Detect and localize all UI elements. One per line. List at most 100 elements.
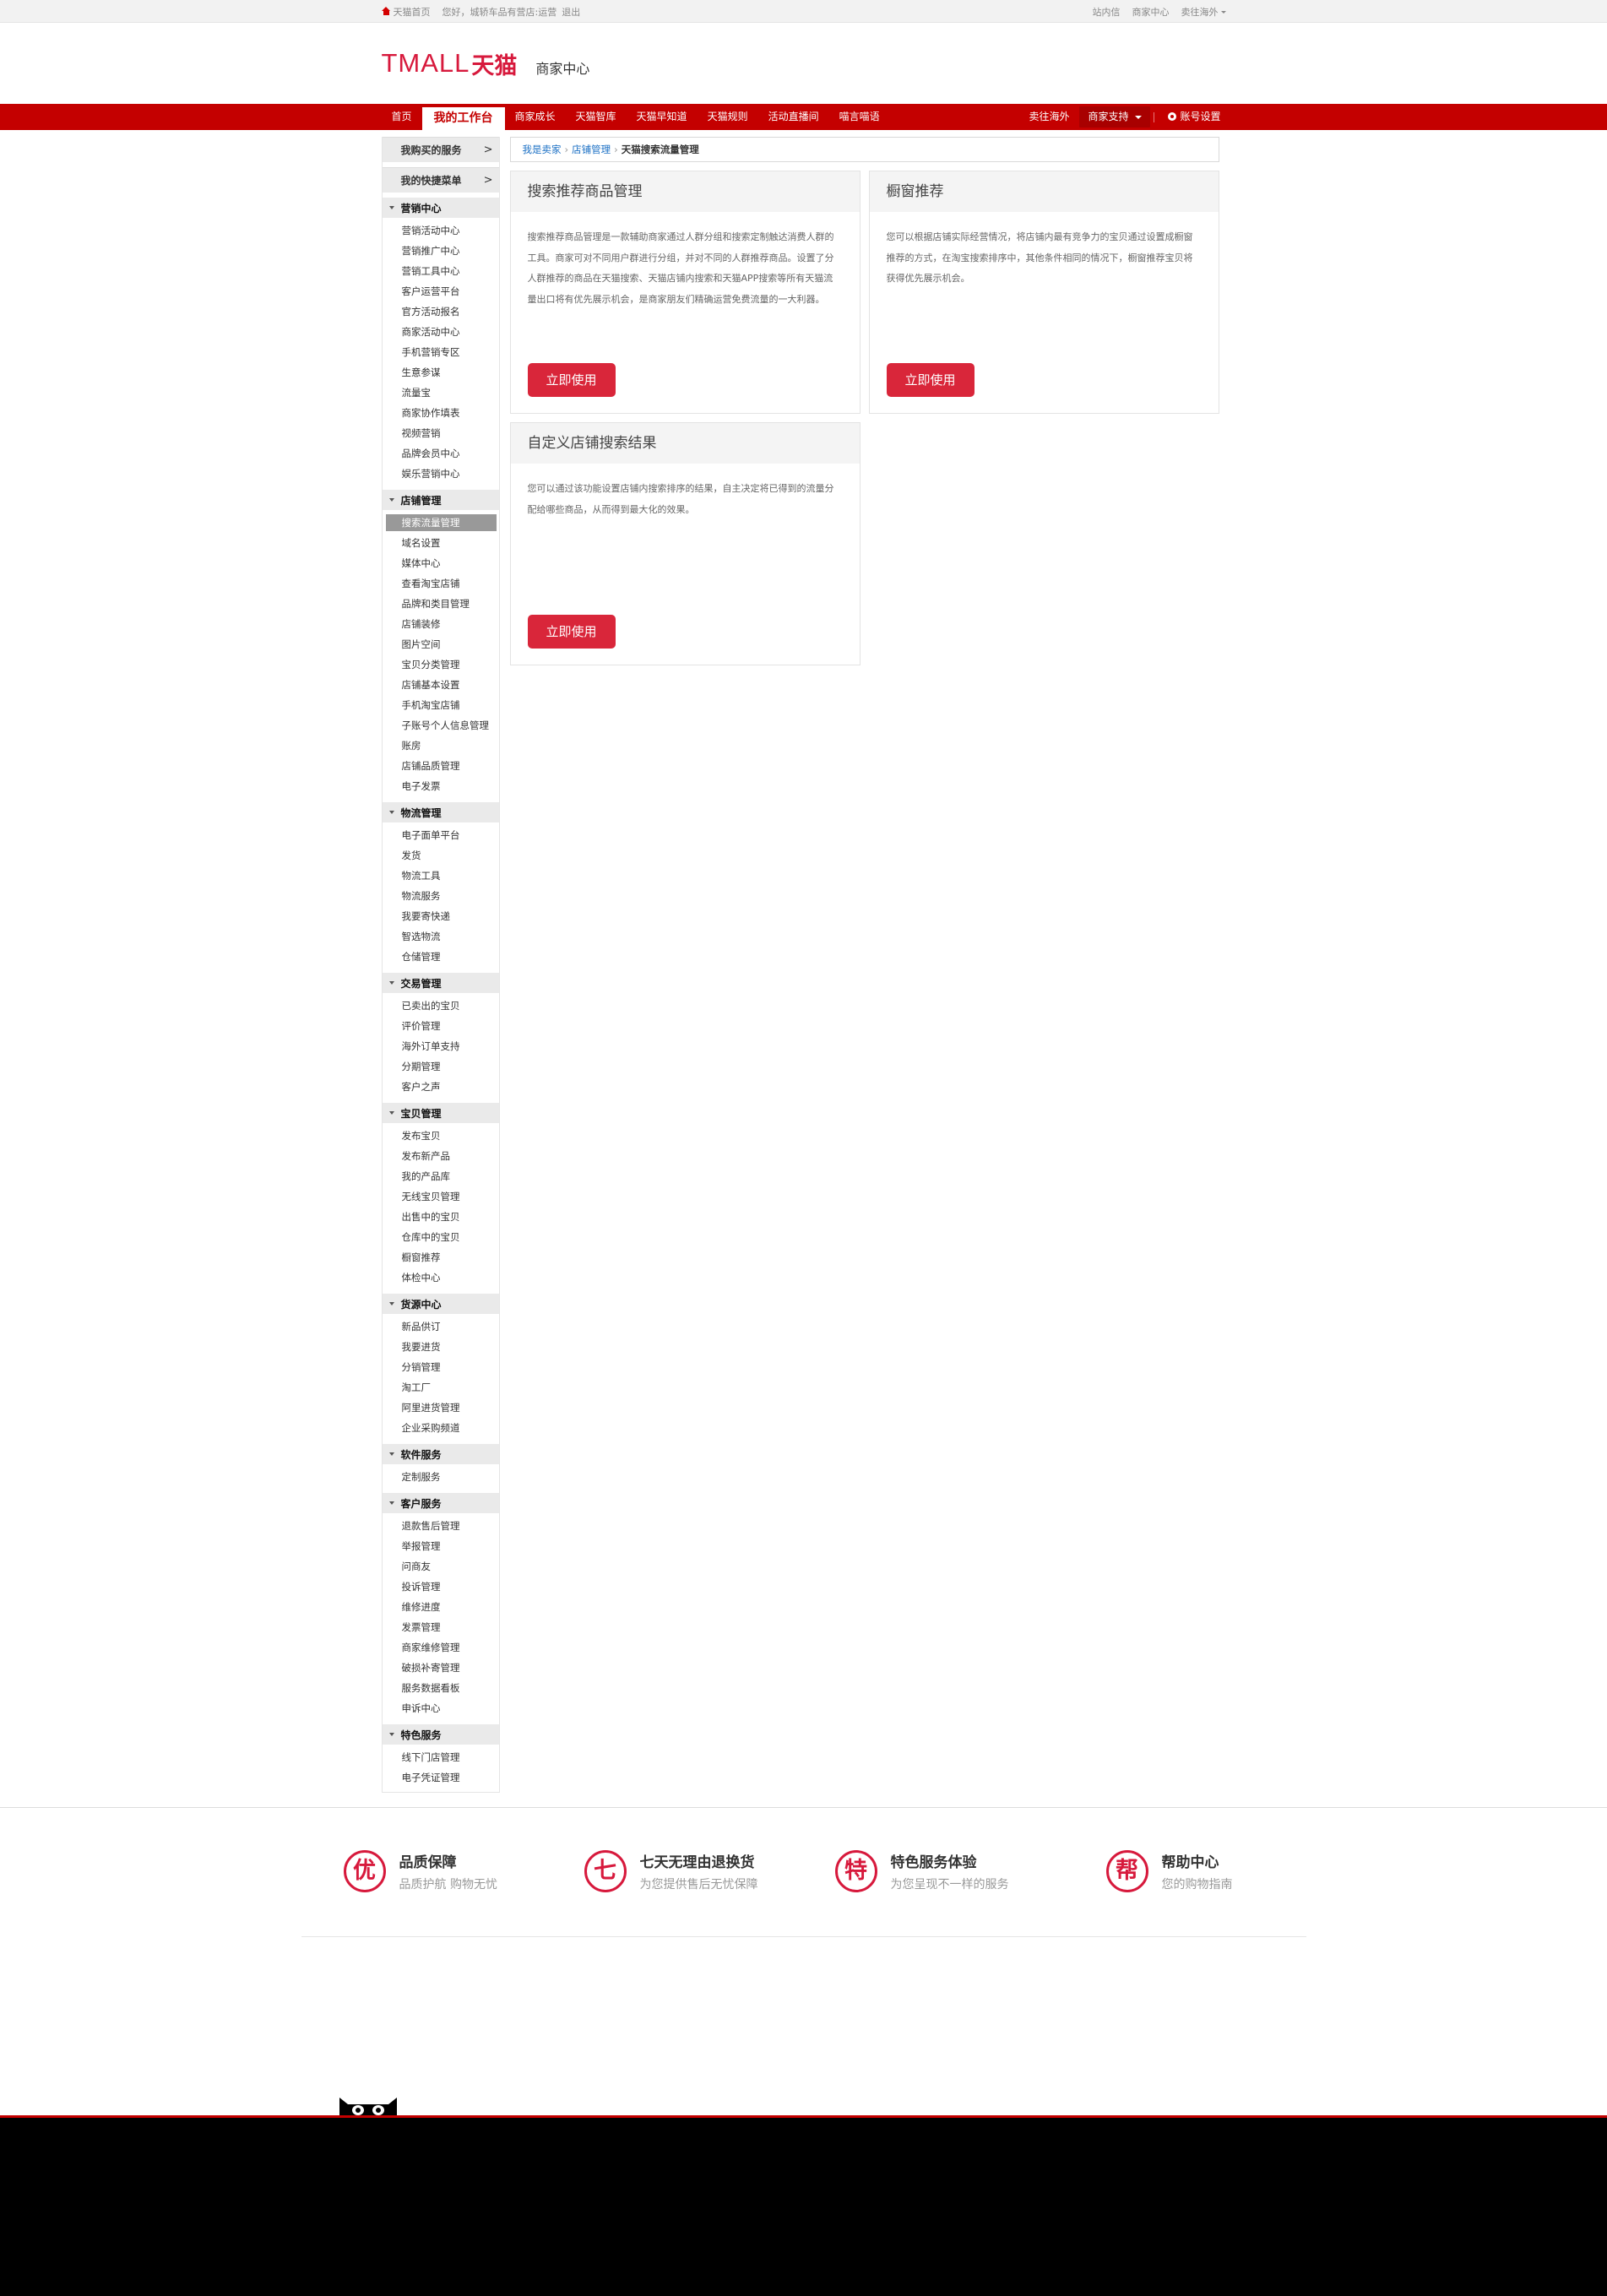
sidebar-group-header[interactable]: 客户服务 xyxy=(382,1493,499,1513)
sidebar-item[interactable]: 阿里进货管理 xyxy=(383,1398,499,1418)
sidebar-item[interactable]: 营销活动中心 xyxy=(383,220,499,241)
breadcrumb-seller[interactable]: 我是卖家 xyxy=(523,143,562,156)
sidebar-item[interactable]: 搜索流量管理 xyxy=(385,514,497,531)
sidebar-item[interactable]: 物流服务 xyxy=(383,886,499,906)
sidebar-item[interactable]: 物流工具 xyxy=(383,866,499,886)
sidebar-item[interactable]: 媒体中心 xyxy=(383,553,499,573)
sidebar-item[interactable]: 服务数据看板 xyxy=(383,1678,499,1698)
sidebar-item[interactable]: 店铺基本设置 xyxy=(383,675,499,695)
nav-early-know[interactable]: 天猫早知道 xyxy=(627,104,698,130)
sidebar-item[interactable]: 流量宝 xyxy=(383,383,499,403)
sidebar-item[interactable]: 域名设置 xyxy=(383,533,499,553)
sidebar-item[interactable]: 企业采购频道 xyxy=(383,1418,499,1438)
sidebar-item[interactable]: 客户运营平台 xyxy=(383,281,499,301)
sidebar-item[interactable]: 问商友 xyxy=(383,1556,499,1577)
nav-workbench[interactable]: 我的工作台 xyxy=(421,107,505,130)
sidebar-item[interactable]: 品牌和类目管理 xyxy=(383,594,499,614)
use-now-button[interactable]: 立即使用 xyxy=(886,363,975,397)
sidebar-item[interactable]: 商家维修管理 xyxy=(383,1637,499,1658)
sidebar-item[interactable]: 电子凭证管理 xyxy=(383,1767,499,1788)
sidebar-item[interactable]: 查看淘宝店铺 xyxy=(383,573,499,594)
sidebar-group-header[interactable]: 店铺管理 xyxy=(382,490,499,510)
sidebar-item[interactable]: 线下门店管理 xyxy=(383,1747,499,1767)
sidebar-group-header[interactable]: 宝贝管理 xyxy=(382,1103,499,1123)
sidebar-item[interactable]: 图片空间 xyxy=(383,634,499,654)
sidebar-item[interactable]: 举报管理 xyxy=(383,1536,499,1556)
sidebar-purchased-services[interactable]: 我购买的服务 > xyxy=(382,137,499,162)
sidebar-item[interactable]: 智选物流 xyxy=(383,926,499,947)
breadcrumb-shop[interactable]: 店铺管理 xyxy=(572,143,611,156)
sidebar-group-header[interactable]: 物流管理 xyxy=(382,802,499,822)
sidebar-item[interactable]: 手机营销专区 xyxy=(383,342,499,362)
sidebar-item[interactable]: 分期管理 xyxy=(383,1056,499,1077)
sidebar-item[interactable]: 仓储管理 xyxy=(383,947,499,967)
nav-sell-abroad[interactable]: 卖往海外 xyxy=(1018,104,1079,130)
logout-link[interactable]: 退出 xyxy=(562,5,580,19)
sidebar-item[interactable]: 淘工厂 xyxy=(383,1377,499,1398)
account-settings[interactable]: 账号设置 xyxy=(1158,104,1225,130)
sidebar-item[interactable]: 电子面单平台 xyxy=(383,825,499,845)
sidebar-item[interactable]: 仓库中的宝贝 xyxy=(383,1227,499,1247)
sidebar-item[interactable]: 视频营销 xyxy=(383,423,499,443)
sidebar-item[interactable]: 宝贝分类管理 xyxy=(383,654,499,675)
sidebar-item[interactable]: 发票管理 xyxy=(383,1617,499,1637)
nav-growth[interactable]: 商家成长 xyxy=(505,104,566,130)
site-message-link[interactable]: 站内信 xyxy=(1093,5,1121,19)
sidebar-item[interactable]: 营销工具中心 xyxy=(383,261,499,281)
sidebar-item[interactable]: 发布新产品 xyxy=(383,1146,499,1166)
sidebar-item[interactable]: 账房 xyxy=(383,735,499,756)
sidebar-item[interactable]: 定制服务 xyxy=(383,1467,499,1487)
sidebar-item[interactable]: 新品供订 xyxy=(383,1316,499,1337)
sidebar-item[interactable]: 店铺品质管理 xyxy=(383,756,499,776)
sidebar-item[interactable]: 商家协作填表 xyxy=(383,403,499,423)
use-now-button[interactable]: 立即使用 xyxy=(527,615,616,649)
merchant-support-dropdown[interactable]: 商家支持 xyxy=(1079,106,1151,128)
sidebar-quick-menu[interactable]: 我的快捷菜单 > xyxy=(382,167,499,193)
sidebar-item[interactable]: 营销推广中心 xyxy=(383,241,499,261)
sidebar-item[interactable]: 我的产品库 xyxy=(383,1166,499,1186)
sidebar-item[interactable]: 客户之声 xyxy=(383,1077,499,1097)
use-now-button[interactable]: 立即使用 xyxy=(527,363,616,397)
sidebar-group-header[interactable]: 货源中心 xyxy=(382,1294,499,1314)
nav-think-tank[interactable]: 天猫智库 xyxy=(566,104,627,130)
sidebar-item[interactable]: 维修进度 xyxy=(383,1597,499,1617)
nav-live[interactable]: 活动直播间 xyxy=(758,104,829,130)
sell-abroad-dropdown[interactable]: 卖往海外 xyxy=(1181,5,1226,19)
sidebar-group-header[interactable]: 营销中心 xyxy=(382,198,499,218)
service-seven-day-return[interactable]: 七 七天无理由退换货 为您提供售后无忧保障 xyxy=(584,1850,758,1892)
sidebar-item[interactable]: 出售中的宝贝 xyxy=(383,1207,499,1227)
tmall-logo[interactable]: TMALL 天猫 xyxy=(382,47,518,80)
sidebar-group-header[interactable]: 软件服务 xyxy=(382,1444,499,1464)
sidebar-item[interactable]: 发货 xyxy=(383,845,499,866)
service-special-experience[interactable]: 特 特色服务体验 为您呈现不一样的服务 xyxy=(834,1850,1009,1892)
sidebar-item[interactable]: 商家活动中心 xyxy=(383,322,499,342)
sidebar-item[interactable]: 手机淘宝店铺 xyxy=(383,695,499,715)
service-quality[interactable]: 优 品质保障 品质护航 购物无忧 xyxy=(343,1850,497,1892)
sidebar-item[interactable]: 海外订单支持 xyxy=(383,1036,499,1056)
sidebar-item[interactable]: 电子发票 xyxy=(383,776,499,796)
sidebar-item[interactable]: 我要进货 xyxy=(383,1337,499,1357)
sidebar-item[interactable]: 官方活动报名 xyxy=(383,301,499,322)
sidebar-item[interactable]: 投诉管理 xyxy=(383,1577,499,1597)
sidebar-group-header[interactable]: 交易管理 xyxy=(382,973,499,993)
nav-home[interactable]: 首页 xyxy=(382,104,422,130)
sidebar-item[interactable]: 申诉中心 xyxy=(383,1698,499,1718)
sidebar-item[interactable]: 我要寄快递 xyxy=(383,906,499,926)
sidebar-item[interactable]: 评价管理 xyxy=(383,1016,499,1036)
sidebar-item[interactable]: 子账号个人信息管理 xyxy=(383,715,499,735)
merchant-center-link[interactable]: 商家中心 xyxy=(1132,5,1170,19)
nav-rules[interactable]: 天猫规则 xyxy=(698,104,758,130)
sidebar-item[interactable]: 品牌会员中心 xyxy=(383,443,499,464)
sidebar-item[interactable]: 体检中心 xyxy=(383,1267,499,1288)
sidebar-item[interactable]: 退款售后管理 xyxy=(383,1516,499,1536)
sidebar-item[interactable]: 已卖出的宝贝 xyxy=(383,996,499,1016)
sidebar-item[interactable]: 生意参谋 xyxy=(383,362,499,383)
sidebar-item[interactable]: 娱乐营销中心 xyxy=(383,464,499,484)
sidebar-item[interactable]: 破损补寄管理 xyxy=(383,1658,499,1678)
home-link[interactable]: 天猫首页 xyxy=(381,5,431,19)
sidebar-item[interactable]: 分销管理 xyxy=(383,1357,499,1377)
service-help-center[interactable]: 帮 帮助中心 您的购物指南 xyxy=(1105,1850,1233,1892)
sidebar-item[interactable]: 橱窗推荐 xyxy=(383,1247,499,1267)
sidebar-item[interactable]: 无线宝贝管理 xyxy=(383,1186,499,1207)
nav-talk[interactable]: 喵言喵语 xyxy=(829,104,890,130)
